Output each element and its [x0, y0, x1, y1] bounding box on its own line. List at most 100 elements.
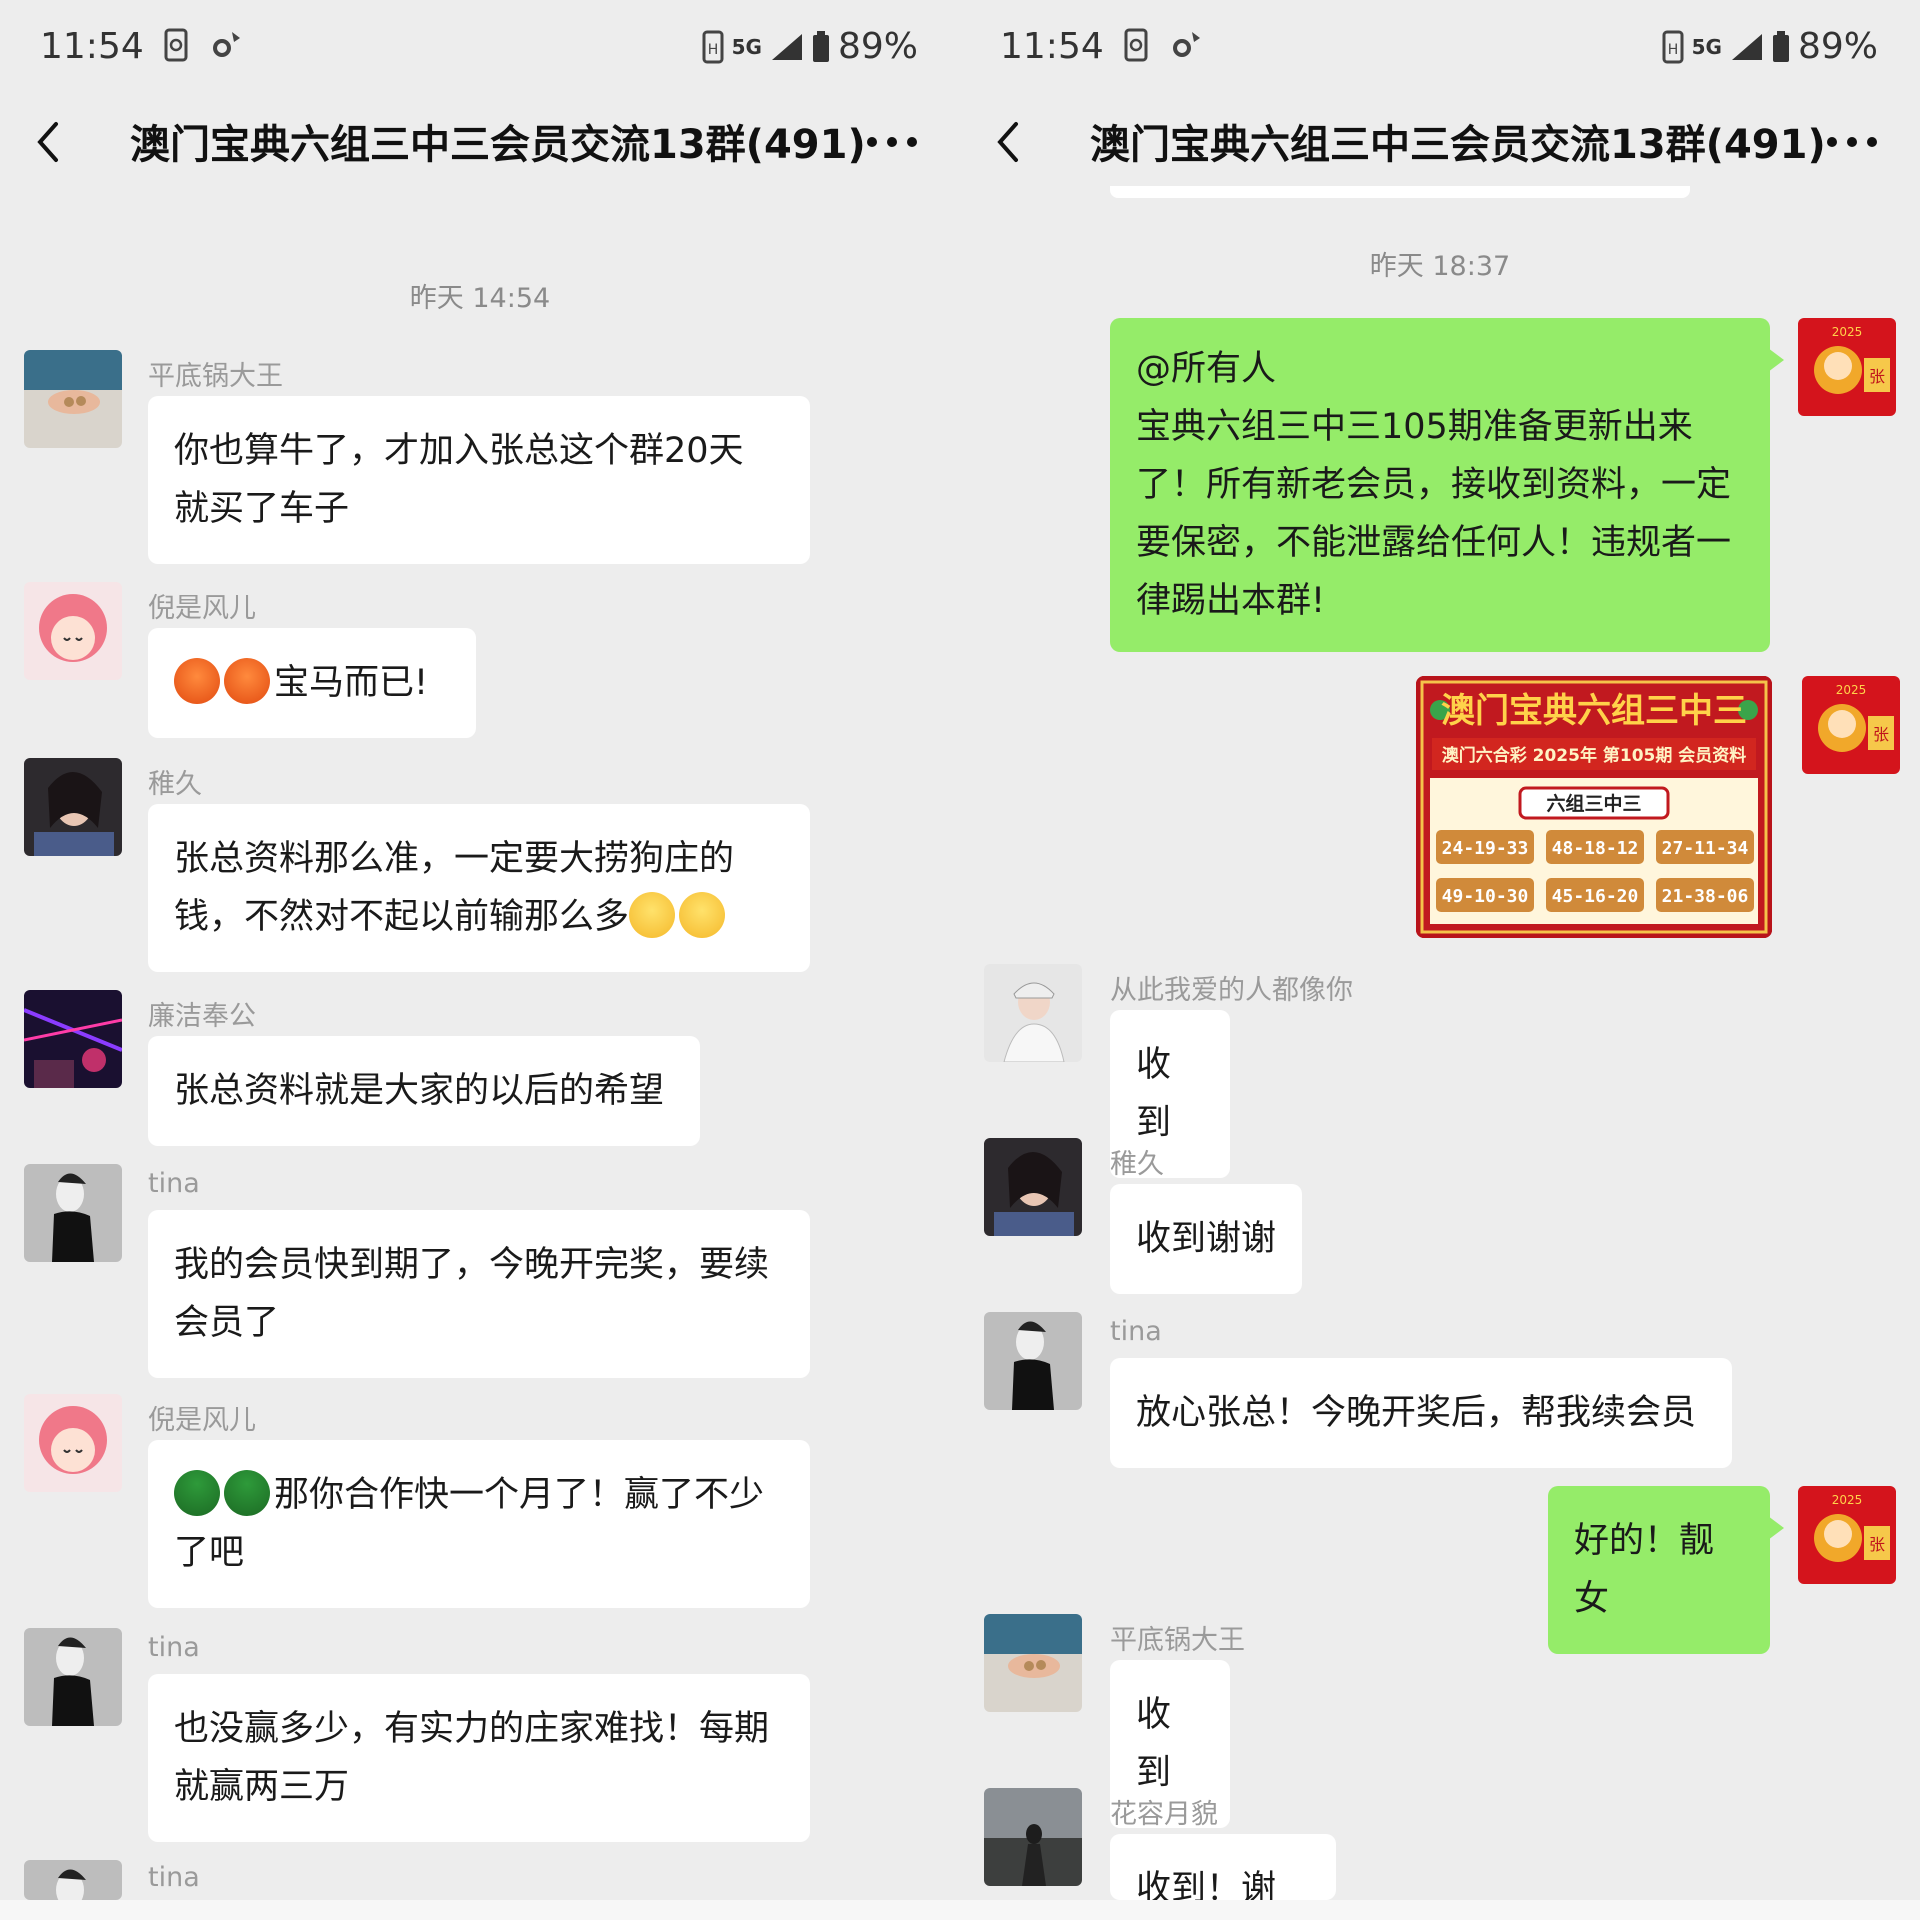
avatar-tina[interactable] [24, 1860, 122, 1900]
message-text: 宝马而已! [274, 663, 429, 703]
battery-icon [1772, 30, 1789, 62]
sender-name: 倪是风儿 [148, 1405, 256, 1436]
status-time: 11:54 [1000, 26, 1104, 67]
message-bubble[interactable]: 收到！谢谢 [1110, 1834, 1336, 1900]
message-text: 张总资料那么准，一定要大捞狗庄的 [174, 839, 735, 879]
sender-name: tina [148, 1632, 200, 1663]
message-bubble[interactable]: 收到谢谢 [1110, 1184, 1302, 1294]
chat-title: 澳门宝典六组三中三会员交流13群(491) [1090, 122, 1826, 168]
more-options-icon[interactable] [864, 122, 920, 162]
avatar-char: 张 [1869, 367, 1885, 386]
message-text: 收到！谢谢 [1136, 1869, 1277, 1900]
message-text: 张总资料就是大家的以后的希望 [174, 1071, 665, 1111]
avatar-lianjiefenggong[interactable] [24, 990, 122, 1088]
avatar-zhijiu[interactable] [24, 758, 122, 856]
message-bubble[interactable]: 张总资料那么准，一定要大捞狗庄的 钱，不然对不起以前输那么多 [148, 804, 810, 972]
sender-name: 稚久 [1110, 1149, 1164, 1180]
chat-screen-right: 11:54 H 5G 89% 澳门宝典六组三中三会员交流13群(491) 昨天 … [960, 0, 1920, 1920]
settings-gear-icon [1173, 32, 1200, 57]
previous-message-edge [1110, 186, 1690, 198]
svg-text:H: H [1667, 42, 1678, 58]
message-text: 就买了车子 [174, 489, 350, 529]
turtle-face-emoji-icon [174, 1470, 220, 1516]
avatar-nishifenger[interactable] [24, 582, 122, 680]
message-text: 你也算牛了，才加入张总这个群20天 [174, 431, 744, 471]
message-bubble[interactable]: 张总资料就是大家的以后的希望 [148, 1036, 700, 1146]
avatar-self[interactable]: 2025 张 [1802, 676, 1900, 774]
card-label: 六组三中三 [1546, 792, 1641, 815]
avatar-self[interactable]: 2025 张 [1798, 1486, 1896, 1584]
back-arrow-icon[interactable] [24, 116, 76, 168]
smiling-face-emoji-icon [679, 892, 726, 938]
message-bubble[interactable]: 也没赢多少，有实力的庄家难找！每期 就赢两三万 [148, 1674, 810, 1842]
avatar-tina[interactable] [24, 1164, 122, 1262]
avatar-pingdiguo[interactable] [984, 1614, 1082, 1712]
chat-header: 澳门宝典六组三中三会员交流13群(491) [960, 92, 1920, 192]
timestamp: 昨天 14:54 [409, 283, 551, 314]
message-bubble[interactable]: 宝马而已! [148, 628, 476, 738]
status-right: H 5G 89% [1662, 26, 1878, 67]
message-text: 宝典六组三中三105期准备更新出来 [1136, 407, 1693, 447]
avatar-zhijiu[interactable] [984, 1138, 1082, 1236]
network-type: 5G [731, 34, 762, 59]
status-right: H 5G 89% [702, 26, 918, 67]
avatar-char: 张 [1869, 1535, 1885, 1554]
message-bubble[interactable]: 你也算牛了，才加入张总这个群20天 就买了车子 [148, 396, 810, 564]
phone-sync-icon [164, 28, 188, 62]
battery-percent: 89% [837, 26, 918, 67]
message-text: 要保密，不能泄露给任何人！违规者一 [1136, 523, 1732, 563]
message-text: 放心张总！今晚开奖后，帮我续会员 [1136, 1393, 1697, 1433]
avatar-year: 2025 [1832, 325, 1863, 339]
message-bubble[interactable]: 放心张总！今晚开奖后，帮我续会员 [1110, 1358, 1732, 1468]
angry-face-emoji-icon [224, 658, 270, 704]
timestamp: 昨天 18:37 [1369, 251, 1511, 282]
network-type: 5G [1691, 34, 1722, 59]
chat-title: 澳门宝典六组三中三会员交流13群(491) [130, 122, 866, 168]
bottom-edge [0, 1900, 1920, 1920]
card-subtitle: 澳门六合彩 2025年 第105期 会员资料 [1442, 745, 1747, 766]
turtle-face-emoji-icon [224, 1470, 270, 1516]
message-text: 收到 [1136, 1695, 1172, 1793]
more-options-icon[interactable] [1824, 122, 1880, 162]
avatar-pingdiguo[interactable] [24, 350, 122, 448]
chat-header: 澳门宝典六组三中三会员交流13群(491) [0, 92, 960, 192]
self-message-bubble[interactable]: 好的！靓女 [1548, 1486, 1784, 1654]
message-text: 收到 [1136, 1045, 1172, 1143]
back-arrow-icon[interactable] [984, 116, 1036, 168]
message-text: 钱，不然对不起以前输那么多 [174, 897, 630, 937]
sender-name: tina [148, 1168, 200, 1199]
avatar-tina[interactable] [24, 1628, 122, 1726]
card-group: 21-38-06 [1662, 886, 1749, 907]
message-text: 好的！靓女 [1574, 1521, 1715, 1619]
sender-name: 从此我爱的人都像你 [1110, 975, 1353, 1006]
svg-text:H: H [707, 42, 718, 58]
smiling-face-emoji-icon [629, 892, 676, 938]
signal-icon [771, 33, 802, 60]
avatar-tina[interactable] [984, 1312, 1082, 1410]
avatar-self[interactable]: 2025 张 [1798, 318, 1896, 416]
lottery-info-image[interactable]: 澳门宝典六组三中三 澳门六合彩 2025年 第105期 会员资料 六组三中三 2… [1416, 676, 1772, 938]
settings-gear-icon [213, 32, 240, 57]
message-text: 收到谢谢 [1136, 1219, 1277, 1259]
message-text: 会员了 [174, 1303, 280, 1343]
message-bubble[interactable]: 那你合作快一个月了！赢了不少 了吧 [148, 1440, 810, 1608]
message-bubble[interactable]: 我的会员快到期了，今晚开完奖，要续 会员了 [148, 1210, 810, 1378]
avatar-huarongyuemao[interactable] [984, 1788, 1082, 1886]
avatar-year: 2025 [1832, 1493, 1863, 1507]
status-time: 11:54 [40, 26, 144, 67]
avatar-congciwoaideren[interactable] [984, 964, 1082, 1062]
sender-name: tina [148, 1862, 200, 1893]
angry-face-emoji-icon [174, 658, 220, 704]
message-text: 律踢出本群! [1136, 581, 1326, 621]
hd-icon: H [1662, 30, 1684, 63]
announcement-bubble[interactable]: @所有人 宝典六组三中三105期准备更新出来 了！所有新老会员，接收到资料，一定… [1110, 318, 1784, 652]
sender-name: 稚久 [148, 769, 202, 800]
card-title: 澳门宝典六组三中三 [1441, 691, 1747, 731]
message-text: 了吧 [174, 1533, 245, 1573]
battery-percent: 89% [1797, 26, 1878, 67]
sender-name: 花容月貌 [1110, 1799, 1218, 1830]
card-group: 45-16-20 [1552, 886, 1639, 907]
avatar-nishifenger[interactable] [24, 1394, 122, 1492]
avatar-year: 2025 [1836, 683, 1867, 697]
sender-name: 平底锅大王 [148, 361, 283, 392]
